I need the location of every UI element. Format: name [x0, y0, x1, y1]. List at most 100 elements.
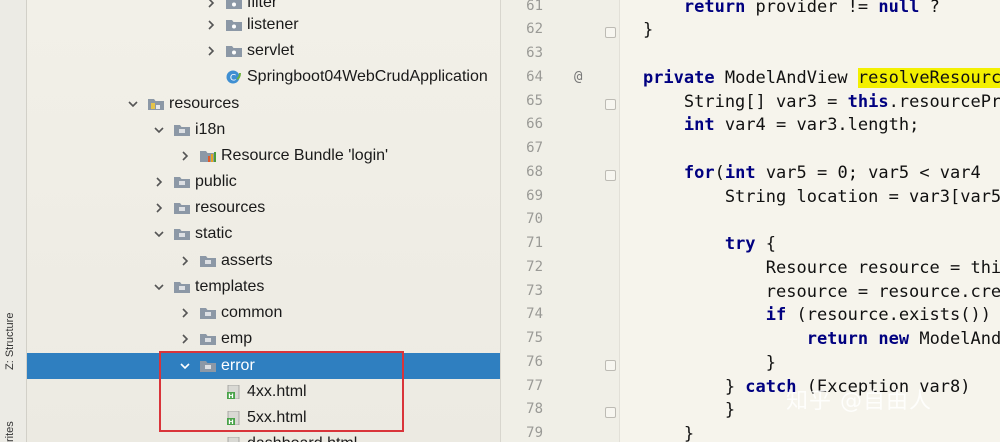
line-number[interactable]: 63	[501, 45, 543, 61]
tree-item-error[interactable]: error	[27, 353, 500, 379]
tree-item-common[interactable]: common	[27, 300, 500, 326]
line-number[interactable]: 67	[501, 140, 543, 156]
code-line[interactable]: return new ModelAnd	[620, 327, 1000, 351]
line-number[interactable]: 65	[501, 93, 543, 109]
code-area[interactable]: return provider != null ? } private Mode…	[620, 0, 1000, 442]
tree-item-label: error	[221, 357, 255, 374]
code-line[interactable]: int var4 = var3.length;	[620, 113, 919, 137]
line-number[interactable]: 62	[501, 21, 543, 37]
tree-item-asserts[interactable]: asserts	[27, 248, 500, 274]
svg-text:H: H	[228, 392, 233, 399]
tree-item-emp[interactable]: emp	[27, 326, 500, 352]
tree-item-listener[interactable]: listener	[27, 12, 500, 38]
tree-item-label: resources	[169, 95, 240, 112]
line-number[interactable]: 66	[501, 116, 543, 132]
line-number[interactable]: 79	[501, 425, 543, 441]
folder-icon	[173, 175, 191, 189]
line-number[interactable]: 76	[501, 354, 543, 370]
favorites-tool-button[interactable]: rites	[4, 421, 16, 442]
structure-tool-button[interactable]: Z: Structure	[4, 313, 16, 370]
chevron-down-icon[interactable]	[151, 274, 167, 300]
tree-item-templates[interactable]: templates	[27, 274, 500, 300]
chevron-down-icon[interactable]	[151, 117, 167, 143]
code-line[interactable]: return provider != null ?	[620, 0, 940, 19]
code-line[interactable]: }	[620, 422, 694, 442]
code-line[interactable]: String[] var3 = this.resourceProperties	[620, 90, 1000, 114]
tree-item-label: public	[195, 173, 237, 190]
chevron-right-icon[interactable]	[177, 143, 193, 169]
folder-icon	[199, 254, 217, 268]
line-number[interactable]: 75	[501, 330, 543, 346]
fold-marker-icon[interactable]	[605, 360, 616, 371]
chevron-right-icon[interactable]	[151, 169, 167, 195]
line-number[interactable]: 71	[501, 235, 543, 251]
tree-item-4xx-html[interactable]: H 4xx.html	[27, 379, 500, 405]
tree-item-i18n[interactable]: i18n	[27, 117, 500, 143]
line-number[interactable]: 68	[501, 164, 543, 180]
tree-item-resource-bundle-login[interactable]: Resource Bundle 'login'	[27, 143, 500, 169]
tree-item-label: i18n	[195, 121, 226, 138]
code-line[interactable]: }	[620, 18, 653, 42]
package-icon	[225, 0, 243, 10]
fold-marker-icon[interactable]	[605, 27, 616, 38]
tree-item-label: filter	[247, 0, 278, 11]
fold-marker-icon[interactable]	[605, 99, 616, 110]
line-number[interactable]: 74	[501, 306, 543, 322]
code-search-highlight: resolveResource	[857, 68, 1000, 88]
tree-item-servlet[interactable]: servlet	[27, 38, 500, 64]
tree-item-label: Springboot04WebCrudApplication	[247, 68, 488, 85]
line-number[interactable]: 73	[501, 283, 543, 299]
line-number[interactable]: 70	[501, 211, 543, 227]
tree-item-5xx-html[interactable]: H 5xx.html	[27, 405, 500, 431]
tree-item-resources[interactable]: resources	[27, 195, 500, 221]
chevron-right-icon[interactable]	[203, 12, 219, 38]
chevron-right-icon[interactable]	[177, 248, 193, 274]
code-line[interactable]: resource = resource.createR	[620, 280, 1000, 304]
chevron-down-icon[interactable]	[151, 221, 167, 247]
folder-icon	[173, 201, 191, 215]
code-line[interactable]: }	[620, 398, 735, 422]
tool-window-strip: Z: Structure rites	[0, 0, 27, 442]
tree-item-springboot04webcrudapplication[interactable]: C Springboot04WebCrudApplication	[27, 64, 500, 90]
tree-item-resources[interactable]: resources	[27, 91, 500, 117]
chevron-down-icon[interactable]	[125, 91, 141, 117]
code-token: {	[755, 234, 777, 254]
chevron-right-icon[interactable]	[177, 300, 193, 326]
watermark-text: 知乎 @自由人	[786, 389, 932, 414]
fold-marker-icon[interactable]	[605, 407, 616, 418]
line-number[interactable]: 69	[501, 188, 543, 204]
package-icon	[225, 44, 243, 58]
code-line[interactable]: }	[620, 351, 776, 375]
line-number[interactable]: 61	[501, 0, 543, 14]
code-token: (	[714, 163, 725, 183]
line-number[interactable]: 77	[501, 378, 543, 394]
chevron-right-icon[interactable]	[151, 195, 167, 221]
tree-item-label: 5xx.html	[247, 409, 307, 426]
code-token: String[] var3 =	[620, 92, 848, 112]
tree-item-static[interactable]: static	[27, 221, 500, 247]
code-token: ModelAndView	[714, 68, 858, 88]
chevron-down-icon[interactable]	[177, 353, 193, 379]
code-line[interactable]: for(int var5 = 0; var5 < var4	[620, 161, 981, 185]
code-line[interactable]: private ModelAndView resolveResource(	[620, 66, 1000, 90]
override-marker-icon[interactable]: @	[574, 69, 582, 85]
fold-marker-icon[interactable]	[605, 170, 616, 181]
code-line[interactable]: String location = var3[var5]	[620, 185, 1000, 209]
code-keyword: new	[878, 329, 910, 349]
chevron-right-icon[interactable]	[203, 38, 219, 64]
line-number[interactable]: 64	[501, 69, 543, 85]
tree-item-dashboard-html[interactable]: Hdashboard.html	[27, 431, 500, 442]
code-token: provider !=	[745, 0, 879, 17]
code-line[interactable]: try {	[620, 232, 776, 256]
code-editor[interactable]: 61 62 63 64 @65 66 67 68 69 70 71 72 73 74 75 76 77 78 79 …	[500, 0, 1000, 442]
tree-item-public[interactable]: public	[27, 169, 500, 195]
code-line[interactable]: if (resource.exists())	[620, 303, 991, 327]
code-keyword: try	[724, 234, 756, 254]
chevron-right-icon[interactable]	[177, 326, 193, 352]
code-line[interactable]: Resource resource = this	[620, 256, 1000, 280]
line-number[interactable]: 78	[501, 401, 543, 417]
line-number[interactable]: 72	[501, 259, 543, 275]
